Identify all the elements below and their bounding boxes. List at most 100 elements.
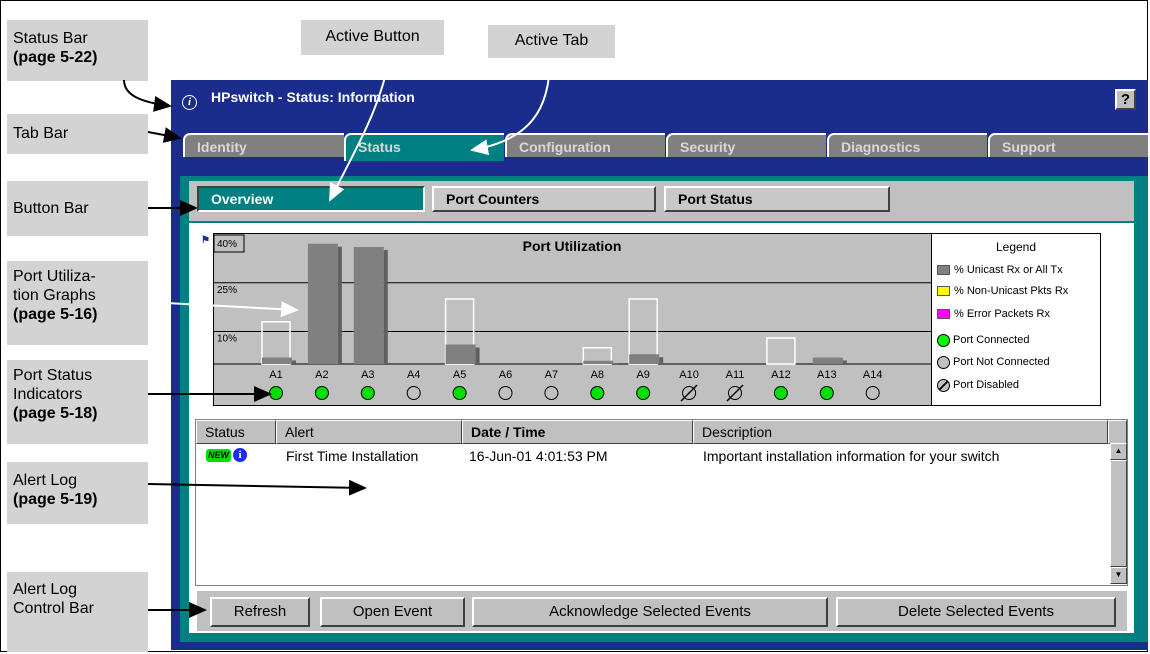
help-button[interactable]: ? bbox=[1115, 89, 1136, 110]
bar-A5 bbox=[445, 344, 476, 364]
port-connected-icon bbox=[269, 386, 283, 400]
port-label-A7: A7 bbox=[545, 369, 558, 381]
bar-A1 bbox=[262, 357, 292, 364]
scroll-thumb[interactable] bbox=[1110, 460, 1127, 567]
col-status-header[interactable]: Status bbox=[196, 420, 276, 444]
port-connected-icon bbox=[937, 333, 950, 347]
tick-label-40: 40% bbox=[217, 239, 237, 250]
legend-item: Port Disabled bbox=[937, 377, 1019, 393]
overview-button[interactable]: Overview bbox=[197, 186, 425, 212]
row-alert: First Time Installation bbox=[286, 448, 419, 464]
tab-security[interactable]: Security bbox=[666, 133, 826, 157]
port-not-connected-icon bbox=[865, 386, 880, 400]
legend-item: % Non-Unicast Pkts Rx bbox=[937, 283, 1068, 299]
window-title: HPswitch - Status: Information bbox=[211, 89, 415, 105]
legend-label: Port Disabled bbox=[953, 379, 1020, 391]
col-alert-header[interactable]: Alert bbox=[276, 420, 462, 444]
tab-diagnostics[interactable]: Diagnostics bbox=[827, 133, 987, 157]
port-label-A14: A14 bbox=[863, 369, 883, 381]
bar-shade-A1 bbox=[292, 360, 296, 364]
port-connected-icon bbox=[773, 386, 788, 400]
graph-marker-icon: ⚑ bbox=[201, 235, 210, 246]
legend-label: Port Connected bbox=[953, 334, 1030, 346]
tab-status[interactable]: Status bbox=[344, 133, 504, 161]
callout-alert-ctrl: Alert Log Control Bar bbox=[7, 572, 148, 652]
legend-swatch bbox=[937, 265, 950, 276]
acknowledge-selected-events-button[interactable]: Acknowledge Selected Events bbox=[472, 597, 828, 627]
open-event-button[interactable]: Open Event bbox=[320, 597, 465, 627]
callout-tab-bar: Tab Bar bbox=[7, 114, 148, 154]
port-connected-icon bbox=[819, 386, 834, 400]
bar-shade-A3 bbox=[383, 250, 388, 364]
port-status-button[interactable]: Port Status bbox=[664, 186, 890, 212]
port-connected-icon bbox=[636, 386, 651, 400]
port-label-A12: A12 bbox=[771, 369, 791, 381]
legend-label: % Unicast Rx or All Tx bbox=[954, 264, 1063, 276]
refresh-button[interactable]: Refresh bbox=[210, 597, 310, 627]
row-info-icon: i bbox=[233, 448, 247, 462]
port-connected-icon bbox=[452, 386, 467, 400]
port-disabled-icon bbox=[937, 378, 950, 392]
table-row[interactable]: NEW i First Time Installation 16-Jun-01 … bbox=[196, 446, 1108, 466]
alert-log: Status Alert Date / Time Description NEW… bbox=[195, 419, 1128, 586]
port-counters-button[interactable]: Port Counters bbox=[432, 186, 656, 212]
tab-support[interactable]: Support bbox=[988, 133, 1148, 157]
port-connected-icon bbox=[590, 386, 605, 400]
tick-label-10: 10% bbox=[217, 334, 237, 345]
chart-title: Port Utilization bbox=[523, 238, 622, 254]
port-label-A5: A5 bbox=[453, 369, 466, 381]
status-bar: i HPswitch - Status: Information ? bbox=[171, 80, 1148, 120]
tab-identity[interactable]: Identity bbox=[183, 133, 344, 157]
port-label-A3: A3 bbox=[361, 369, 374, 381]
col-description-header[interactable]: Description bbox=[693, 420, 1108, 444]
delete-selected-events-button[interactable]: Delete Selected Events bbox=[836, 597, 1116, 627]
bar-shade-A9 bbox=[659, 357, 664, 364]
scroll-down-icon[interactable]: ▼ bbox=[1110, 567, 1127, 584]
port-utilization-graph: Port Utilization 40% 25% 10% A1 A2 A3 A4 A5 A6 A7 A… bbox=[213, 233, 933, 406]
callout-active-tab: Active Tab bbox=[488, 25, 615, 58]
legend-label: % Error Packets Rx bbox=[954, 308, 1050, 320]
tick-label-25: 25% bbox=[217, 285, 237, 296]
legend-item: Port Not Connected bbox=[937, 354, 1050, 370]
scroll-up-icon[interactable]: ▲ bbox=[1110, 443, 1127, 460]
port-not-connected-icon bbox=[937, 355, 950, 369]
bar-shade-A2 bbox=[337, 246, 342, 364]
bar-shade-A5 bbox=[475, 347, 480, 364]
legend-item: % Unicast Rx or All Tx bbox=[937, 262, 1063, 278]
port-connected-icon bbox=[360, 386, 375, 400]
row-datetime: 16-Jun-01 4:01:53 PM bbox=[469, 448, 608, 464]
callout-alert-log: Alert Log (page 5-19) bbox=[7, 462, 148, 524]
callout-status-bar: Status Bar (page 5-22) bbox=[7, 20, 148, 81]
legend-item: % Error Packets Rx bbox=[937, 306, 1050, 322]
port-label-A6: A6 bbox=[499, 369, 512, 381]
port-connected-icon bbox=[314, 386, 329, 400]
legend-item: Port Connected bbox=[937, 332, 1029, 348]
new-badge-icon: NEW bbox=[206, 449, 231, 462]
callout-port-status: Port Status Indicators (page 5-18) bbox=[7, 360, 148, 444]
port-label-A11: A11 bbox=[726, 369, 745, 381]
col-spacer-header bbox=[1108, 420, 1127, 444]
bar-A9 bbox=[629, 354, 660, 364]
port-label-A8: A8 bbox=[591, 369, 604, 381]
bar-A3 bbox=[353, 247, 384, 364]
bar-A13 bbox=[812, 357, 843, 364]
vertical-scrollbar[interactable]: ▲ ▼ bbox=[1110, 443, 1127, 584]
info-icon: i bbox=[182, 95, 197, 110]
port-utilization-svg: Port Utilization 40% 25% 10% A1 A2 A3 A4 A5 A6 A7 A… bbox=[214, 234, 932, 402]
bar-A2 bbox=[307, 243, 338, 364]
legend-label: % Non-Unicast Pkts Rx bbox=[954, 285, 1069, 297]
tab-configuration[interactable]: Configuration bbox=[505, 133, 665, 157]
bar-A8 bbox=[583, 360, 614, 364]
port-label-A13: A13 bbox=[817, 369, 837, 381]
legend-swatch bbox=[937, 309, 950, 320]
legend-title: Legend bbox=[995, 240, 1037, 254]
col-datetime-header[interactable]: Date / Time bbox=[462, 420, 693, 444]
port-not-connected-icon bbox=[406, 386, 421, 400]
port-label-A4: A4 bbox=[407, 369, 420, 381]
callout-button-bar: Button Bar bbox=[7, 181, 148, 236]
legend-label: Port Not Connected bbox=[953, 356, 1050, 368]
outline-bar-A12 bbox=[766, 337, 796, 365]
port-label-A1: A1 bbox=[269, 369, 282, 381]
callout-port-util: Port Utiliza- tion Graphs (page 5-16) bbox=[7, 261, 148, 345]
callout-active-button: Active Button bbox=[301, 20, 444, 55]
